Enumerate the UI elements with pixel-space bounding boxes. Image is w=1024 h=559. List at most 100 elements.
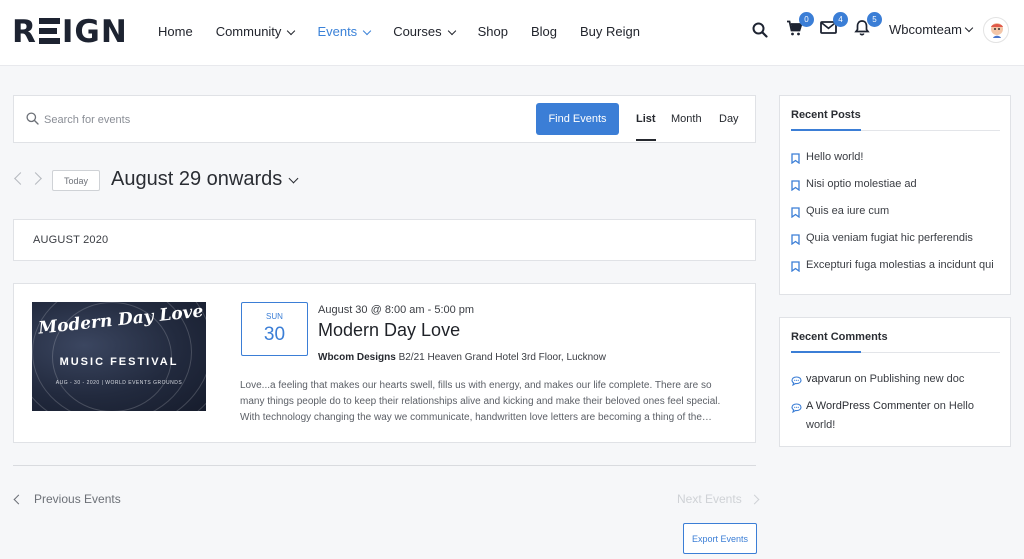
comment-author-link[interactable]: vapvarun bbox=[806, 373, 851, 385]
chevron-down-icon bbox=[447, 26, 456, 35]
next-events-label: Next Events bbox=[677, 492, 742, 506]
recent-post-title: Hello world! bbox=[806, 151, 864, 163]
bookmark-icon bbox=[791, 152, 806, 171]
chevron-left-icon bbox=[13, 494, 24, 504]
find-events-button[interactable]: Find Events bbox=[536, 103, 619, 135]
recent-post-item[interactable]: Hello world! bbox=[791, 148, 1001, 171]
chevron-down-icon bbox=[287, 26, 296, 35]
image-subtitle-text: MUSIC FESTIVAL bbox=[59, 356, 179, 368]
divider bbox=[13, 465, 756, 466]
nav-label: Home bbox=[158, 24, 193, 39]
nav-item-courses[interactable]: Courses bbox=[393, 23, 456, 41]
image-footer-text: AUG - 30 - 2020 | WORLD EVENTS GROUNDS bbox=[55, 380, 183, 386]
header-icons: 0 4 5 bbox=[750, 12, 886, 40]
month-separator: AUGUST 2020 bbox=[13, 219, 756, 261]
date-range-title: August 29 onwards bbox=[111, 168, 283, 190]
chevron-down-icon bbox=[288, 173, 299, 183]
events-search-bar: Find Events List Month Day bbox=[13, 95, 756, 143]
event-day-of-week: SUN bbox=[266, 312, 283, 321]
recent-post-item[interactable]: Nisi optio molestiae ad bbox=[791, 175, 1001, 198]
tab-month-view[interactable]: Month bbox=[671, 113, 702, 125]
widget-title: Recent Comments bbox=[791, 331, 888, 343]
notifications-button[interactable]: 5 bbox=[852, 12, 882, 40]
recent-post-item[interactable]: Excepturi fuga molestias a incidunt qui bbox=[791, 256, 1001, 279]
messages-button[interactable]: 4 bbox=[818, 12, 848, 40]
recent-comments-list: vapvarun on Publishing new doc A WordPre… bbox=[791, 370, 1001, 439]
nav-label: Courses bbox=[393, 24, 442, 39]
comment-icon bbox=[791, 374, 806, 393]
recent-comment-item: A WordPress Commenter on Hello world! bbox=[791, 397, 1001, 435]
site-header: R IGN Home Community Events Courses Shop … bbox=[0, 0, 1024, 66]
tab-day-view[interactable]: Day bbox=[719, 113, 739, 125]
tab-list-view[interactable]: List bbox=[636, 113, 656, 141]
nav-item-events[interactable]: Events bbox=[317, 23, 372, 41]
date-range-picker[interactable]: August 29 onwards bbox=[111, 168, 299, 191]
event-venue: Wbcom Designs B2/21 Heaven Grand Hotel 3… bbox=[318, 352, 606, 363]
bookmark-icon bbox=[791, 260, 806, 279]
previous-events-label: Previous Events bbox=[34, 492, 121, 506]
nav-label: Shop bbox=[477, 24, 508, 39]
recent-posts-widget: Recent Posts Hello world! Nisi optio mol… bbox=[779, 95, 1011, 295]
export-events-button[interactable]: Export Events bbox=[683, 523, 757, 554]
widget-title-underline bbox=[791, 351, 1000, 353]
cart-count-badge: 0 bbox=[799, 12, 814, 27]
nav-item-community[interactable]: Community bbox=[215, 23, 296, 41]
avatar[interactable] bbox=[983, 17, 1009, 43]
cart-button[interactable]: 0 bbox=[784, 12, 814, 40]
bookmark-icon bbox=[791, 179, 806, 198]
chevron-down-icon bbox=[362, 26, 372, 35]
venue-address: B2/21 Heaven Grand Hotel 3rd Floor, Luck… bbox=[398, 352, 606, 363]
next-events-link: Next Events bbox=[677, 492, 760, 506]
event-day-number: 30 bbox=[263, 324, 286, 345]
logo-letter-r: R bbox=[12, 14, 37, 50]
event-card: Modern Day Love MUSIC FESTIVAL AUG - 30 … bbox=[13, 283, 756, 443]
nav-label: Blog bbox=[530, 24, 558, 39]
comment-connector: on bbox=[930, 400, 949, 412]
nav-item-blog[interactable]: Blog bbox=[531, 23, 557, 41]
nav-item-buy-reign[interactable]: Buy Reign bbox=[580, 23, 640, 41]
bookmark-icon bbox=[791, 206, 806, 225]
bookmark-icon bbox=[791, 233, 806, 252]
nav-item-shop[interactable]: Shop bbox=[478, 23, 508, 41]
event-featured-image[interactable]: Modern Day Love MUSIC FESTIVAL AUG - 30 … bbox=[32, 302, 206, 411]
comment-post-link[interactable]: Publishing new doc bbox=[870, 373, 965, 385]
event-date-tag: SUN 30 bbox=[241, 302, 308, 356]
nav-label: Community bbox=[215, 24, 282, 39]
main-nav: Home Community Events Courses Shop Blog … bbox=[158, 23, 663, 41]
event-title-link[interactable]: Modern Day Love bbox=[318, 320, 460, 341]
event-datetime: August 30 @ 8:00 am - 5:00 pm bbox=[318, 304, 475, 316]
previous-arrow-icon[interactable] bbox=[14, 172, 27, 185]
notifications-count-badge: 5 bbox=[867, 12, 882, 27]
user-name: Wbcomteam bbox=[889, 22, 962, 37]
recent-post-title: Excepturi fuga molestias a incidunt qui bbox=[806, 259, 994, 271]
nav-label: Events bbox=[317, 24, 358, 39]
search-icon[interactable] bbox=[750, 20, 770, 40]
recent-comments-widget: Recent Comments vapvarun on Publishing n… bbox=[779, 317, 1011, 447]
logo-e-glyph bbox=[38, 18, 60, 44]
previous-events-link[interactable]: Previous Events bbox=[13, 492, 121, 506]
recent-post-title: Nisi optio molestiae ad bbox=[806, 178, 917, 190]
recent-post-title: Quia veniam fugiat hic perferendis bbox=[806, 232, 973, 244]
event-description: Love...a feeling that makes our hearts s… bbox=[240, 380, 721, 423]
recent-post-title: Quis ea iure cum bbox=[806, 205, 890, 217]
chevron-right-icon bbox=[749, 494, 760, 504]
comment-connector: on bbox=[851, 373, 870, 385]
next-arrow-icon[interactable] bbox=[29, 172, 42, 185]
search-icon bbox=[26, 112, 39, 130]
logo-letters-ign: IGN bbox=[61, 14, 128, 50]
widget-title-underline bbox=[791, 129, 1000, 131]
recent-post-item[interactable]: Quis ea iure cum bbox=[791, 202, 1001, 225]
reign-logo[interactable]: R IGN bbox=[12, 14, 128, 50]
event-search-input[interactable] bbox=[44, 110, 524, 130]
chevron-down-icon bbox=[964, 23, 974, 33]
today-button[interactable]: Today bbox=[52, 170, 100, 191]
comment-icon bbox=[791, 401, 806, 420]
widget-title: Recent Posts bbox=[791, 109, 861, 121]
messages-count-badge: 4 bbox=[833, 12, 848, 27]
nav-item-home[interactable]: Home bbox=[158, 23, 193, 41]
recent-comment-item: vapvarun on Publishing new doc bbox=[791, 370, 1001, 393]
nav-label: Buy Reign bbox=[580, 24, 640, 39]
user-menu[interactable]: Wbcomteam bbox=[889, 22, 974, 37]
comment-author-link[interactable]: A WordPress Commenter bbox=[806, 400, 931, 412]
recent-post-item[interactable]: Quia veniam fugiat hic perferendis bbox=[791, 229, 1001, 252]
